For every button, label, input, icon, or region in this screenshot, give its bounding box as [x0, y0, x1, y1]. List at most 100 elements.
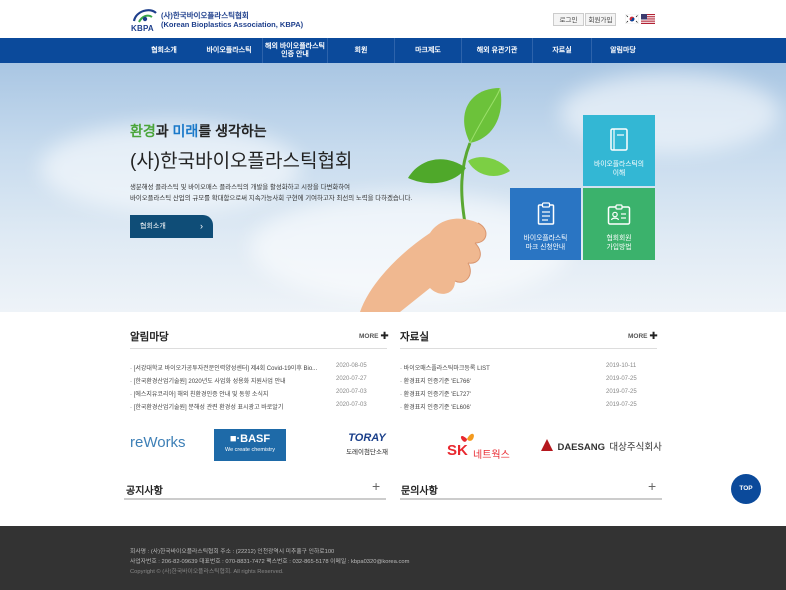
post-date: 2019-07-25: [606, 376, 637, 382]
hero-subtitle-future: 미래: [172, 123, 199, 139]
divider: [400, 348, 657, 349]
list-item[interactable]: · [서강대학교 바이오가공투자전문인력양성센터] 제4회 Covid-19이후…: [130, 363, 317, 372]
tile-label: 이해: [612, 170, 626, 177]
partner-daesang-logo[interactable]: DAESANG 대상주식회사: [541, 437, 662, 455]
post-date: 2019-07-25: [606, 402, 637, 408]
library-more-link[interactable]: MORE ✚: [628, 331, 658, 342]
site-footer: 회사명 : (사)한국바이오플라스틱협회 주소 : (22212) 인천광역시 …: [0, 526, 786, 590]
post-date: 2019-07-25: [606, 389, 637, 395]
post-title: [한국환경산업기술원] 분해성 관련 환경성 표시광고 바로알기: [133, 405, 284, 411]
hero-desc-line: 바이오플라스틱 산업의 규모를 확대함으로써 지속가능사회 구현에 기여하고자 …: [130, 195, 413, 202]
plus-icon[interactable]: +: [648, 478, 656, 494]
sk-wordmark: SK: [447, 442, 468, 459]
org-name-en: (Korean Bioplastics Association, KBPA): [161, 20, 304, 29]
post-title: [에스지유코리아] 해외 친환경인증 안내 및 동향 소식지: [133, 392, 269, 398]
post-date: 2020-07-03: [336, 389, 367, 395]
sk-subtitle: 네트웍스: [473, 450, 510, 461]
post-date: 2020-07-27: [336, 376, 367, 382]
nav-mark-system[interactable]: 마크제도: [395, 38, 461, 63]
hero-title: (사)한국바이오플라스틱협회: [130, 151, 353, 172]
list-item[interactable]: · [한국환경산업기술원] 2020년도 사업화 성용화 지원사업 안내: [130, 376, 286, 385]
toray-subtitle: 도레이첨단소재: [346, 449, 388, 456]
post-title: 환경표지 인증기준 'EL606': [403, 405, 471, 411]
divider: [130, 348, 387, 349]
post-title: [한국환경산업기술원] 2020년도 사업화 성용화 지원사업 안내: [133, 379, 286, 385]
nav-library[interactable]: 자료실: [533, 38, 591, 63]
daesang-korean-name: 대상주식회사: [609, 442, 662, 453]
tile-bioplastic-understanding[interactable]: 바이오플라스틱의 이해: [583, 115, 655, 186]
nav-notice[interactable]: 알림마당: [592, 38, 654, 63]
list-item[interactable]: · 바이오매스플라스틱마크등록 LIST: [400, 363, 490, 372]
basf-tagline: We create chemistry: [224, 447, 276, 453]
tile-label: 협회회원: [606, 235, 632, 242]
footer-copyright: Copyright © (사)한국바이오플라스틱협회. All rights R…: [130, 569, 284, 575]
book-icon: [610, 128, 628, 151]
notice-board-title: 알림마당: [130, 331, 169, 343]
post-title: 바이오매스플라스틱마크등록 LIST: [403, 366, 490, 372]
nav-members[interactable]: 회원: [328, 38, 394, 63]
partner-natureworks-logo[interactable]: reWorks: [130, 434, 186, 451]
notice-more-link[interactable]: MORE ✚: [359, 331, 389, 342]
nav-about[interactable]: 협회소개: [132, 38, 196, 63]
hero-subtitle-rest: 를 생각하는: [198, 123, 267, 139]
daesang-mark-icon: [541, 439, 553, 451]
daesang-wordmark: DAESANG: [557, 442, 605, 453]
tile-label: 가입방법: [606, 244, 632, 251]
join-button[interactable]: 회원가입: [585, 13, 616, 26]
more-label: MORE: [628, 333, 648, 340]
post-date: 2020-07-03: [336, 402, 367, 408]
about-button-label: 협회소개: [140, 223, 166, 230]
logo-abbreviation[interactable]: KBPA: [131, 24, 154, 33]
korean-flag-icon[interactable]: [625, 14, 639, 24]
hero-description: 생분해성 플라스틱 및 바이오매스 플라스틱의 개발을 활성화하고 시장을 다변…: [130, 182, 412, 204]
inquiry-title[interactable]: 문의사항: [401, 482, 438, 497]
login-button[interactable]: 로그인: [553, 13, 584, 26]
post-title: 환경표지 인증기준 'EL727': [403, 392, 471, 398]
plus-icon: ✚: [380, 331, 389, 342]
plus-icon[interactable]: +: [372, 478, 380, 494]
library-board-title: 자료실: [400, 331, 429, 343]
tile-label: 마크 신청안내: [525, 244, 566, 251]
post-date: 2020-08-05: [336, 363, 367, 369]
partner-basf-logo[interactable]: ■·BASF We create chemistry: [214, 429, 286, 461]
divider: [400, 498, 662, 500]
id-card-icon: [607, 204, 631, 225]
announcement-title[interactable]: 공지사항: [126, 482, 163, 497]
divider: [124, 498, 386, 500]
about-button[interactable]: 협회소개 ›: [130, 215, 213, 238]
org-name-ko: (사)한국바이오플라스틱협회: [161, 11, 249, 20]
hero-subtitle-and: 과: [155, 123, 173, 139]
toray-wordmark: TORAY: [348, 432, 386, 444]
nav-bioplastics[interactable]: 바이오플라스틱: [196, 38, 262, 63]
tile-label: 바이오플라스틱의: [593, 161, 645, 168]
hero-desc-line: 생분해성 플라스틱 및 바이오매스 플라스틱의 개발을 활성화하고 시장을 다변…: [130, 184, 350, 191]
scroll-top-button[interactable]: TOP: [731, 474, 761, 504]
site-header: KBPA (사)한국바이오플라스틱협회 (Korean Bioplastics …: [0, 0, 786, 38]
tile-membership-join[interactable]: 협회회원 가입방법: [583, 188, 655, 260]
post-title: 환경표지 인증기준 'EL766': [403, 379, 471, 385]
footer-company-info: 회사명 : (사)한국바이오플라스틱협회 주소 : (22212) 인천광역시 …: [130, 549, 335, 555]
tile-mark-application[interactable]: 바이오플라스틱 마크 신청안내: [510, 188, 581, 260]
list-item[interactable]: · [한국환경산업기술원] 분해성 관련 환경성 표시광고 바로알기: [130, 402, 283, 411]
post-date: 2019-10-11: [606, 363, 637, 369]
list-item[interactable]: · 환경표지 인증기준 'EL766': [400, 376, 471, 385]
list-item[interactable]: · [에스지유코리아] 해외 친환경인증 안내 및 동향 소식지: [130, 389, 268, 398]
nav-overseas-certification[interactable]: 해외 바이오플라스틱 인증 안내: [263, 38, 327, 63]
hero-subtitle: 환경과 미래를 생각하는: [130, 121, 267, 141]
more-label: MORE: [359, 333, 379, 340]
org-name[interactable]: (사)한국바이오플라스틱협회 (Korean Bioplastics Assoc…: [161, 11, 303, 29]
list-item[interactable]: · 환경표지 인증기준 'EL727': [400, 389, 471, 398]
chevron-right-icon: ›: [200, 221, 203, 231]
partner-toray-logo[interactable]: TORAY 도레이첨단소재: [338, 432, 396, 456]
us-flag-icon[interactable]: [641, 14, 655, 24]
main-nav: 협회소개 바이오플라스틱 해외 바이오플라스틱 인증 안내 회원 마크제도 해외…: [0, 38, 786, 63]
hero-subtitle-environment: 환경: [130, 123, 156, 139]
list-item[interactable]: · 환경표지 인증기준 'EL606': [400, 402, 471, 411]
post-title: [서강대학교 바이오가공투자전문인력양성센터] 제4회 Covid-19이후 B…: [133, 366, 318, 372]
tile-label: 바이오플라스틱: [523, 235, 568, 242]
document-icon: [537, 202, 554, 225]
nav-overseas-agencies[interactable]: 해외 유관기관: [462, 38, 532, 63]
footer-contact-info: 사업자번호 : 206-82-09639 대표번호 : 070-8831-747…: [130, 559, 410, 565]
basf-wordmark: ■·BASF: [229, 433, 271, 445]
plus-icon: ✚: [649, 331, 658, 342]
